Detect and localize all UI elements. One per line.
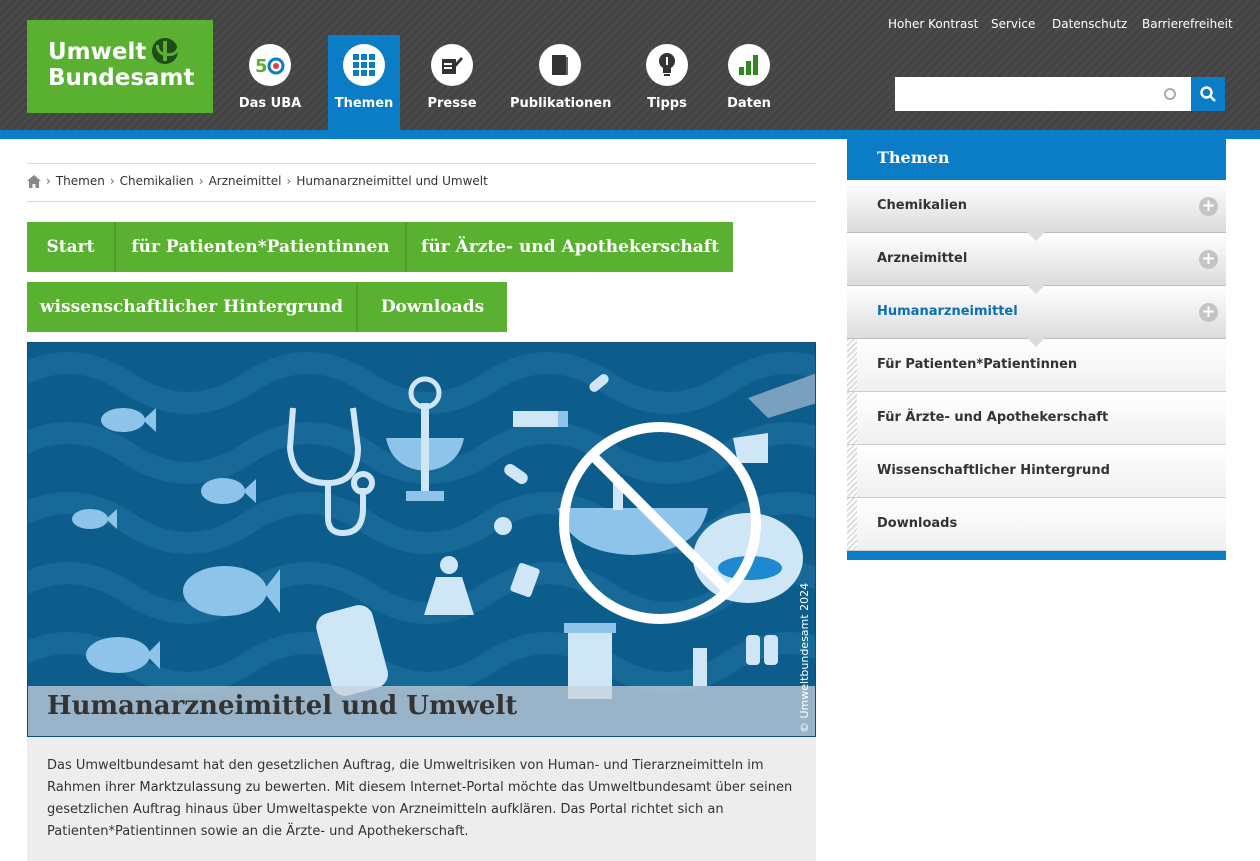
nav-label: Themen xyxy=(334,96,394,111)
link-hoher-kontrast[interactable]: Hoher Kontrast xyxy=(888,17,978,31)
breadcrumb-item[interactable]: Chemikalien xyxy=(120,174,194,188)
breadcrumb-divider xyxy=(27,201,816,202)
image-copyright: © Umweltbundesamt 2024 xyxy=(798,582,811,733)
sidebar-item-label: Chemikalien xyxy=(877,198,968,213)
sidebar-subitem-downloads[interactable]: Downloads xyxy=(847,498,1226,551)
nav-label: Daten xyxy=(727,96,771,111)
ointment-tube-icon xyxy=(513,411,568,427)
header-accent-bar xyxy=(0,130,1260,139)
sidebar-item-label: Arzneimittel xyxy=(877,251,968,266)
link-service[interactable]: Service xyxy=(991,17,1035,31)
nav-presse[interactable]: Presse xyxy=(420,35,484,130)
sidebar-item-chemikalien[interactable]: Chemikalien + xyxy=(847,180,1226,241)
sidebar-subitem-aerzte[interactable]: Für Ärzte- und Apothekerschaft xyxy=(847,392,1226,445)
tab-downloads[interactable]: Downloads xyxy=(358,282,507,332)
sidebar-footer-bar xyxy=(847,551,1226,560)
anniversary-50-icon: 5 xyxy=(249,44,291,86)
breadcrumb-separator: › xyxy=(198,174,204,188)
nav-daten[interactable]: Daten xyxy=(718,35,780,130)
sidebar-item-label: Humanarzneimittel xyxy=(877,304,1018,319)
logo-globe-icon xyxy=(152,38,181,64)
tab-start[interactable]: Start xyxy=(27,222,116,272)
lightbulb-icon xyxy=(646,44,688,86)
meditation-person-icon xyxy=(424,556,474,615)
nav-label: Publikationen xyxy=(510,96,612,111)
breadcrumb-separator: › xyxy=(286,174,292,188)
sidebar-subitem-wissenschaft[interactable]: Wissenschaftlicher Hintergrund xyxy=(847,445,1226,498)
tab-wissenschaft[interactable]: wissenschaftlicher Hintergrund xyxy=(27,282,358,332)
home-icon[interactable] xyxy=(27,174,41,188)
search-clear-icon[interactable] xyxy=(1164,88,1176,100)
sidebar-subitem-label: Downloads xyxy=(877,516,958,531)
page-title: Humanarzneimittel und Umwelt xyxy=(47,691,518,721)
plus-icon[interactable]: + xyxy=(1199,303,1218,322)
breadcrumb-separator: › xyxy=(46,174,51,188)
site-logo[interactable]: Umwelt Bundesamt xyxy=(27,20,213,113)
breadcrumb-separator: › xyxy=(109,174,115,188)
tab-patienten[interactable]: für Patienten*Patientinnen xyxy=(116,222,407,272)
sidebar-subitem-label: Für Patienten*Patientinnen xyxy=(877,357,1078,372)
book-icon xyxy=(539,44,581,86)
pencil-paper-icon xyxy=(431,44,473,86)
search-button[interactable] xyxy=(1191,77,1225,111)
breadcrumb-item-current: Humanarzneimittel und Umwelt xyxy=(296,174,488,188)
grid-icon xyxy=(343,44,385,86)
nav-tipps[interactable]: Tipps xyxy=(634,35,700,130)
nav-publikationen[interactable]: Publikationen xyxy=(510,35,612,130)
breadcrumb-item[interactable]: Arzneimittel xyxy=(209,174,282,188)
logo-text-line2: Bundesamt xyxy=(48,65,195,91)
nav-themen[interactable]: Themen xyxy=(328,35,400,130)
intro-text: Das Umweltbundesamt hat den gesetzlichen… xyxy=(27,737,816,861)
breadcrumb: › Themen › Chemikalien › Arzneimittel › … xyxy=(27,174,488,188)
plus-icon[interactable]: + xyxy=(1199,197,1218,216)
logo-text-line1: Umwelt xyxy=(48,39,147,65)
plus-icon[interactable]: + xyxy=(1199,250,1218,269)
sidebar-subitem-label: Wissenschaftlicher Hintergrund xyxy=(877,463,1110,478)
nav-das-uba[interactable]: 5 Das UBA xyxy=(234,35,306,130)
nav-label: Presse xyxy=(427,96,477,111)
breadcrumb-divider xyxy=(27,163,816,164)
link-barrierefreiheit[interactable]: Barrierefreiheit xyxy=(1142,17,1233,31)
svg-text:5: 5 xyxy=(255,56,268,76)
hero-image: Humanarzneimittel und Umwelt © Umweltbun… xyxy=(27,342,816,737)
tab-aerzte-apotheker[interactable]: für Ärzte- und Apothekerschaft xyxy=(407,222,733,272)
breadcrumb-item[interactable]: Themen xyxy=(56,174,105,188)
link-datenschutz[interactable]: Datenschutz xyxy=(1052,17,1127,31)
nav-label: Das UBA xyxy=(238,96,302,111)
search-input[interactable] xyxy=(895,77,1191,111)
sidebar-subitem-label: Für Ärzte- und Apothekerschaft xyxy=(877,410,1109,425)
search-icon xyxy=(1200,86,1216,102)
sidebar-title: Themen xyxy=(847,139,1226,188)
nav-label: Tipps xyxy=(647,96,687,111)
hot-water-bottle-icon xyxy=(316,605,388,696)
bar-chart-icon xyxy=(728,44,770,86)
hero-illustration xyxy=(28,352,815,699)
